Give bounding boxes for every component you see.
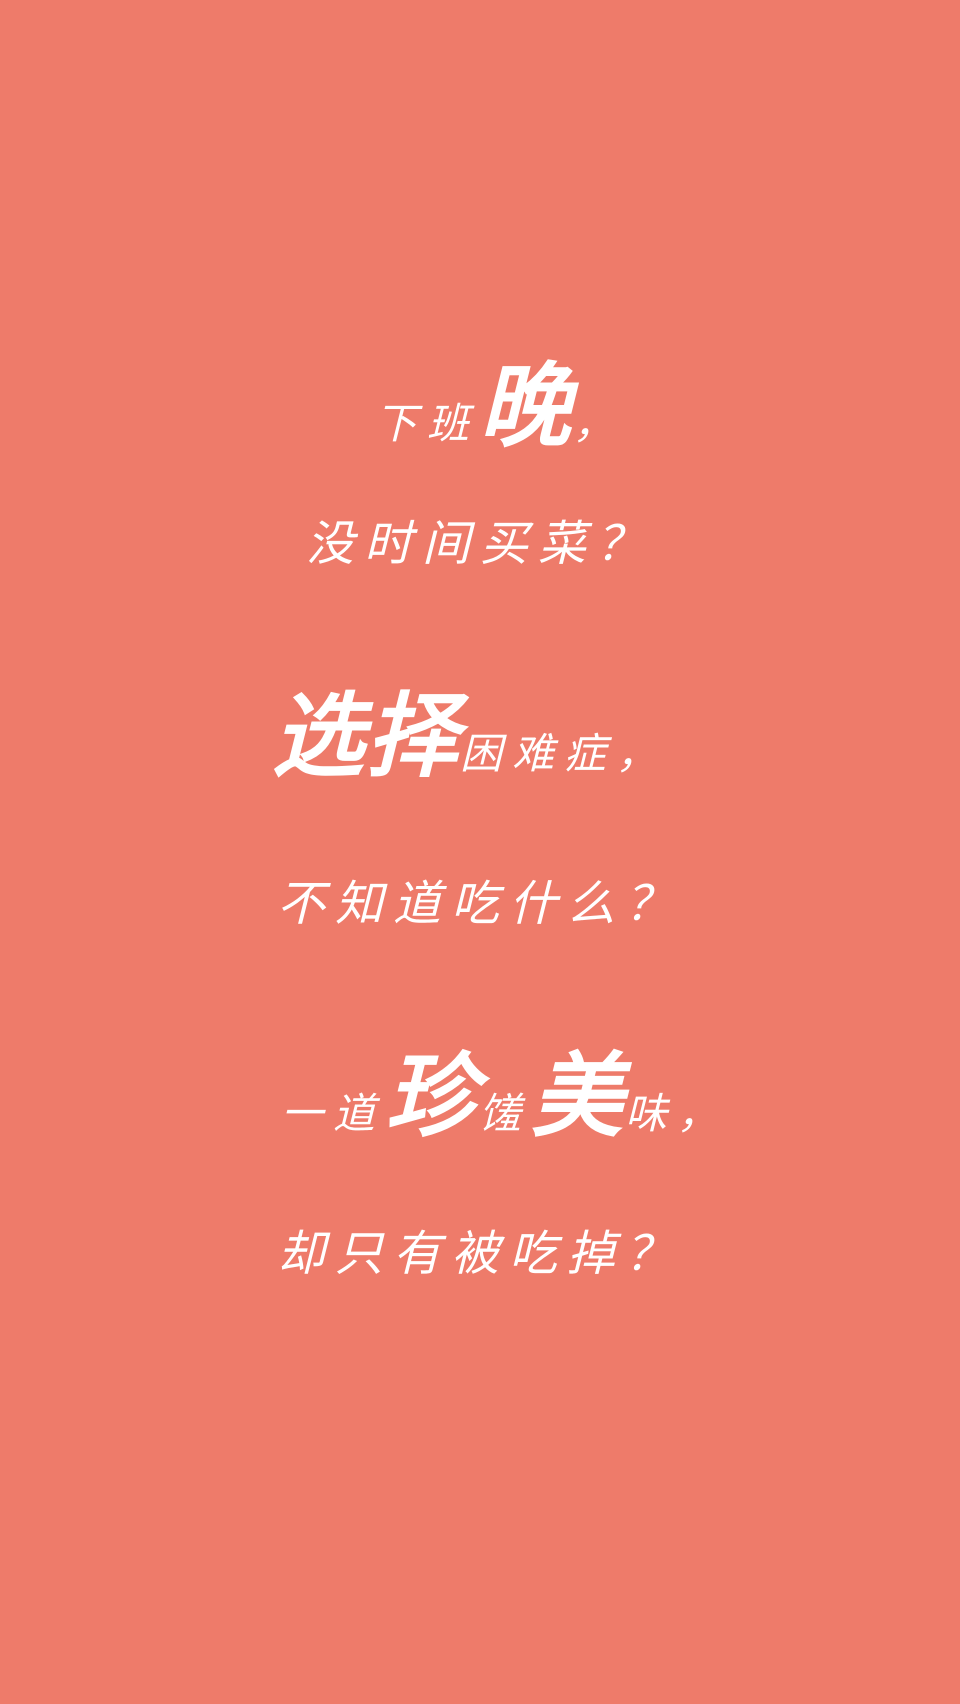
stanza2-emphasis: 选择	[271, 682, 460, 790]
stanza2-line1: 选择困难症，	[0, 690, 950, 782]
stanza3-part-c: 味，	[625, 1089, 730, 1138]
stanza1-emphasis: 晚	[478, 352, 573, 460]
stanza3-emphasis-1: 珍	[384, 1042, 479, 1150]
stanza2-rest: 困难症，	[460, 729, 669, 778]
stanza3-line2: 却只有被吃掉？	[276, 1226, 683, 1282]
stanza2-line2: 不知道吃什么？	[276, 876, 683, 932]
stanza1-prefix: 下班	[374, 399, 479, 448]
stanza1-line1: 下班晚，	[20, 360, 960, 452]
poster: { "colors": { "background": "#EE7B6A", "…	[0, 0, 960, 1704]
stanza3-line1: 一道珍馐美味，	[25, 1050, 960, 1142]
stanza1-suffix: ，	[573, 399, 626, 448]
stanza3-part-a: 一道	[280, 1089, 385, 1138]
stanza3-part-b: 馐	[478, 1089, 531, 1138]
stanza1-line2: 没时间买菜？	[305, 516, 654, 572]
stanza3-emphasis-2: 美	[531, 1042, 626, 1150]
